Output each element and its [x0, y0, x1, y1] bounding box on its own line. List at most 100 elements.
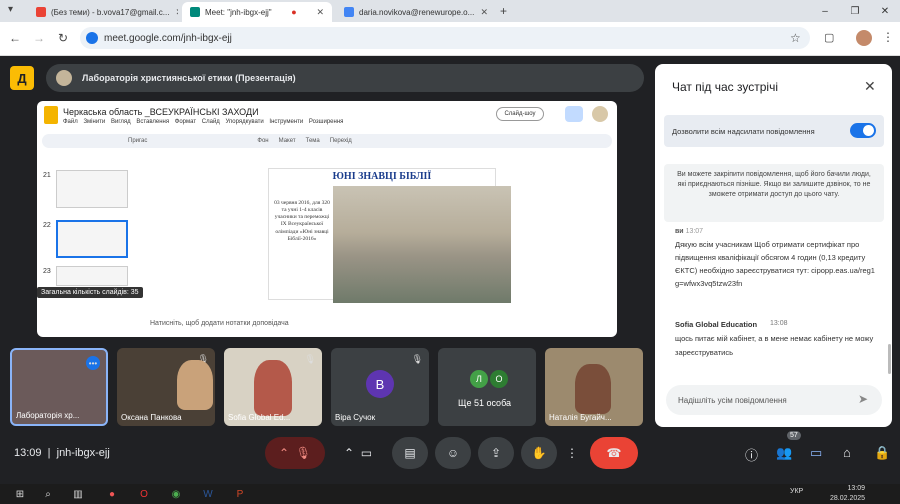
thumb-number: 23 [43, 268, 51, 275]
close-icon[interactable]: ✕ [169, 7, 178, 18]
app-icon[interactable]: ● [104, 486, 120, 502]
present-button[interactable]: ⇪ [478, 437, 514, 469]
camera-icon: ▭ [360, 446, 373, 460]
send-icon[interactable]: ➤ [858, 392, 868, 406]
close-icon[interactable]: ✕ [310, 7, 324, 18]
participant-tile[interactable]: 🎙 Sofia Global Ed... [224, 348, 322, 426]
chevron-up-icon[interactable]: ⌃ [279, 446, 289, 460]
presentation-title: Лабораторія християнської етики (Презент… [82, 73, 296, 83]
opera-icon[interactable]: O [136, 486, 152, 502]
chevron-up-icon[interactable]: ⌃ [344, 446, 354, 460]
google-icon [344, 7, 354, 17]
menu-item[interactable]: Упорядкувати [225, 119, 263, 125]
language-indicator[interactable]: УКР [790, 488, 803, 495]
slides-menu: Файл Змінити Вигляд Вставлення Формат Сл… [63, 119, 343, 125]
close-icon[interactable]: ✕ [474, 7, 488, 18]
more-vert-icon: ⋮ [566, 446, 578, 460]
participant-video [177, 360, 213, 410]
toolbar-item[interactable]: Перехід [330, 138, 352, 144]
slide-thumbnail[interactable] [56, 266, 128, 286]
slide-body-text: 03 червня 2016, для 320 та учні 1-4 клас… [274, 200, 330, 242]
menu-item[interactable]: Вигляд [111, 119, 131, 125]
mic-off-icon: 🎙 [295, 446, 311, 460]
captions-button[interactable]: ▤ [392, 437, 428, 469]
search-icon[interactable]: ⌕ [40, 486, 56, 502]
allow-messages-toggle[interactable] [850, 123, 876, 138]
slide-count-tooltip: Загальна кількість слайдів: 35 [37, 287, 143, 298]
word-icon[interactable]: W [200, 486, 216, 502]
tab-gmail-2[interactable]: daria.novikova@renewurope.o... ✕ [336, 2, 496, 22]
message-text: щось питає мій кабінет, а в мене немає к… [675, 334, 874, 358]
menu-item[interactable]: Вставлення [136, 119, 169, 125]
back-icon[interactable]: ← [6, 29, 24, 47]
chrome-icon[interactable]: ◉ [168, 486, 184, 502]
site-info-icon[interactable] [86, 32, 98, 44]
tab-search-icon[interactable]: ▾ [8, 4, 13, 15]
windows-start-icon[interactable]: ⊞ [12, 486, 28, 502]
toolbar-item[interactable]: Тема [306, 138, 320, 144]
participant-tile[interactable]: Наталія Бугайч... [545, 348, 643, 426]
message-time: 13:08 [770, 320, 788, 327]
toolbar-item[interactable]: Макет [279, 138, 296, 144]
profile-avatar[interactable] [856, 30, 872, 46]
emoji-icon: ☺ [446, 446, 460, 460]
present-icon: ⇪ [490, 446, 502, 460]
task-view-icon[interactable]: ▥ [70, 486, 86, 502]
share-button[interactable] [565, 106, 583, 122]
slide-thumbnail-selected[interactable] [56, 220, 128, 258]
minimize-icon[interactable]: – [810, 0, 840, 22]
info-icon[interactable]: ⓘ [745, 445, 758, 464]
speaker-notes[interactable]: Натисніть, щоб додати нотатки доповідача [150, 320, 289, 327]
forward-icon[interactable]: → [30, 29, 48, 47]
menu-item[interactable]: Змінити [83, 119, 105, 125]
close-window-icon[interactable]: ✕ [870, 0, 900, 22]
slides-logo-icon [44, 106, 58, 124]
hang-up-icon: ☎ [606, 446, 622, 460]
reactions-button[interactable]: ☺ [435, 437, 471, 469]
new-tab-button[interactable]: + [500, 4, 507, 18]
participant-tile[interactable]: 🎙 В Віра Сучок [331, 348, 429, 426]
participant-name: Наталія Бугайч... [549, 413, 612, 422]
participant-name: Sofia Global Ed... [228, 413, 291, 422]
reload-icon[interactable]: ↻ [54, 29, 72, 47]
url-field[interactable]: meet.google.com/jnh-ibgx-ejj [80, 27, 810, 49]
powerpoint-icon[interactable]: P [232, 486, 248, 502]
participant-tile[interactable]: ••• Лабораторія хр... [10, 348, 108, 426]
gmail-icon [36, 7, 46, 17]
slide-thumbnail[interactable] [56, 170, 128, 208]
tab-meet[interactable]: Meet: "jnh-ibgx-ejj" ● ✕ [182, 2, 332, 22]
url-text: meet.google.com/jnh-ibgx-ejj [104, 32, 232, 44]
slideshow-button[interactable]: Слайд-шоу [496, 107, 544, 121]
close-icon[interactable]: ✕ [864, 78, 876, 95]
more-options-button[interactable]: ⋮ [562, 437, 582, 469]
menu-item[interactable]: Слайд [202, 119, 220, 125]
maximize-icon[interactable]: ❐ [840, 0, 870, 22]
raise-hand-button[interactable]: ✋ [521, 437, 557, 469]
more-options-icon[interactable]: ••• [86, 356, 100, 370]
menu-item[interactable]: Інструменти [269, 119, 303, 125]
chat-message-input[interactable]: Надішліть усім повідомлення [666, 385, 882, 415]
tab-gmail[interactable]: (Без теми) - b.vova17@gmail.c... ✕ [28, 2, 178, 22]
toolbar-item[interactable]: Пригас [128, 138, 147, 144]
chat-icon[interactable]: ▭ [810, 445, 822, 461]
extensions-icon[interactable]: ▢ [824, 31, 834, 44]
participant-tile[interactable]: 🎙 Оксана Панкова [117, 348, 215, 426]
toolbar-item[interactable]: Фон [257, 138, 268, 144]
message-text: Дякую всім учасникам Щоб отримати сертиф… [675, 240, 875, 289]
end-call-button[interactable]: ☎ [590, 437, 638, 469]
chat-scrollbar[interactable] [888, 344, 891, 374]
windows-taskbar [0, 484, 900, 504]
menu-dots-icon[interactable]: ⋮ [882, 30, 894, 44]
menu-item[interactable]: Формат [175, 119, 196, 125]
bookmark-star-icon[interactable]: ☆ [790, 31, 801, 45]
participant-tile[interactable]: Л О Ще 51 особа [438, 348, 536, 426]
system-clock[interactable]: 13:09 28.02.2025 [830, 484, 865, 504]
mic-toggle-button[interactable]: ⌃ 🎙 [265, 437, 325, 469]
tab-label: Meet: "jnh-ibgx-ejj" [205, 7, 272, 17]
people-icon[interactable]: 👥 [776, 445, 792, 461]
camera-toggle-button[interactable]: ⌃ ▭ [330, 437, 386, 469]
activities-icon[interactable]: ⌂ [843, 445, 851, 460]
menu-item[interactable]: Файл [63, 119, 78, 125]
host-controls-icon[interactable]: 🔒 [874, 445, 890, 461]
menu-item[interactable]: Розширення [309, 119, 343, 125]
